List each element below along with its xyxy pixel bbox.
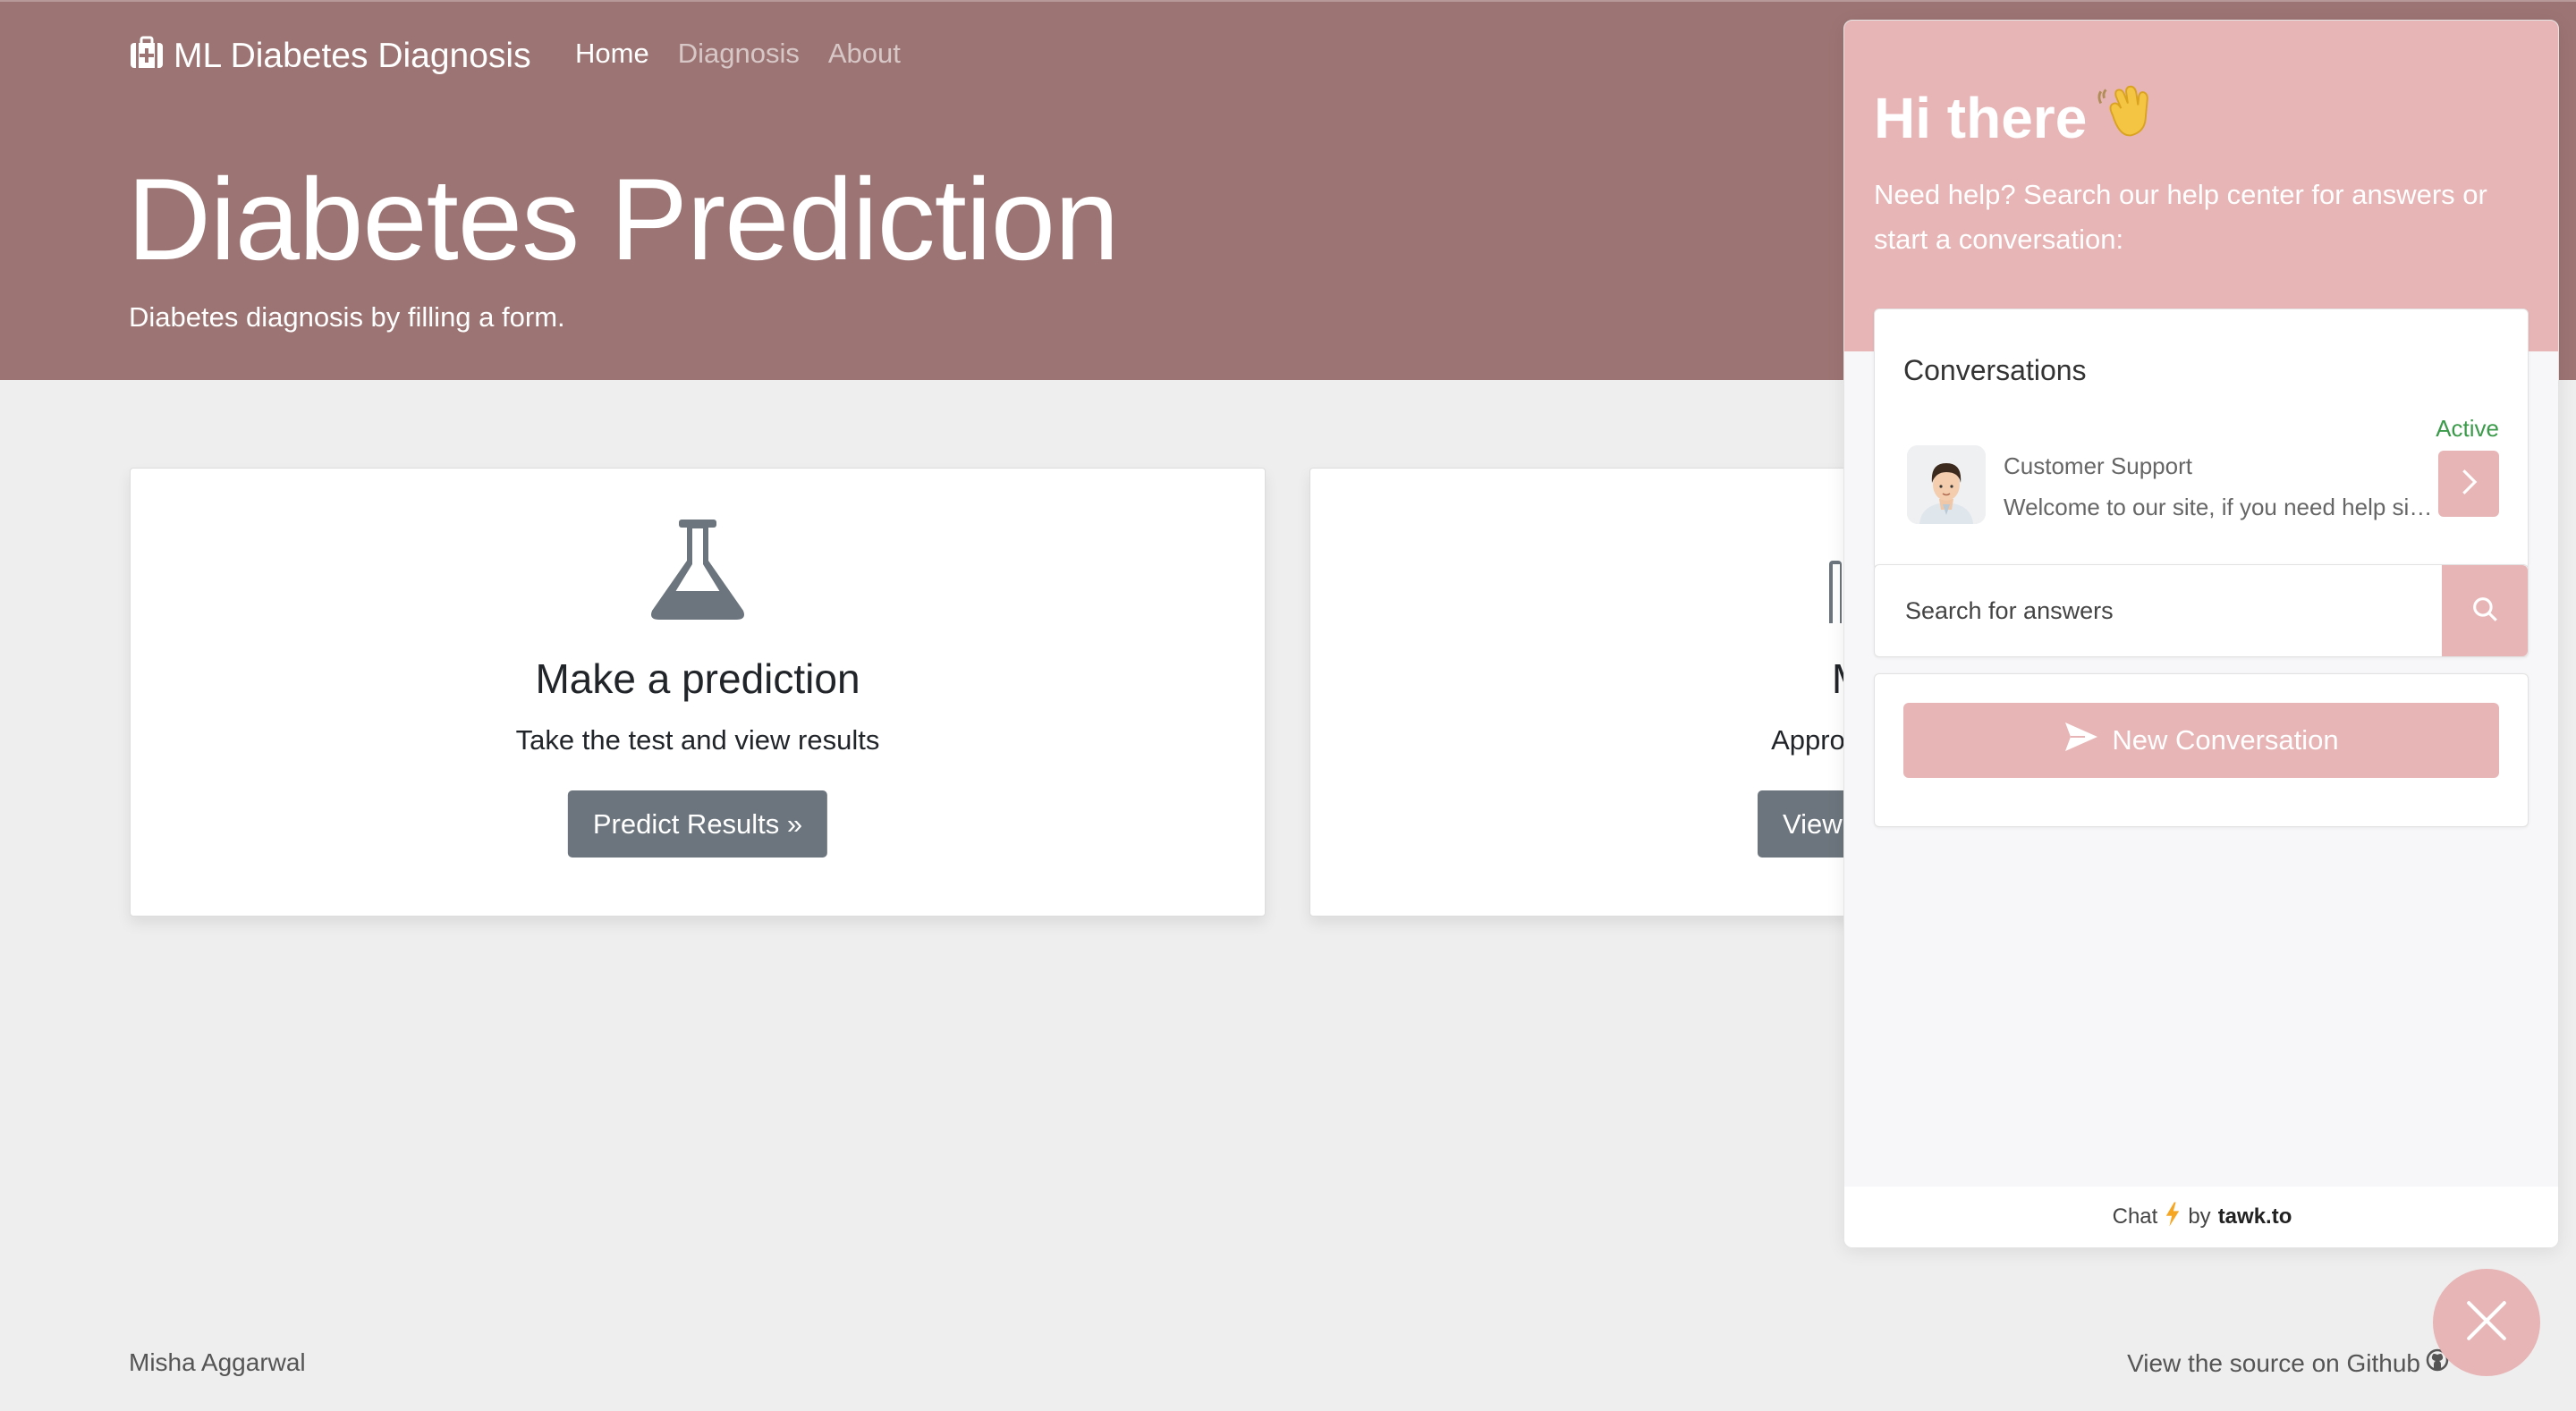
branding-prefix: Chat: [2112, 1204, 2158, 1229]
nav-diagnosis[interactable]: Diagnosis: [678, 38, 800, 70]
waving-hand-icon: [2097, 81, 2157, 154]
greeting-text: Hi there: [1874, 85, 2088, 150]
chevron-right-icon: [2453, 467, 2484, 502]
nav-home[interactable]: Home: [575, 38, 649, 70]
agent-name: Customer Support: [2004, 452, 2192, 479]
prediction-card: Make a prediction Take the test and view…: [130, 468, 1266, 917]
last-message[interactable]: Welcome to our site, if you need help si…: [2004, 494, 2433, 521]
brand-label: ML Diabetes Diagnosis: [174, 37, 531, 75]
close-chat-button[interactable]: [2433, 1269, 2540, 1376]
page-title: Diabetes Prediction: [127, 154, 1119, 284]
chat-branding[interactable]: Chat by tawk.to: [1844, 1187, 2558, 1247]
lightning-icon: [2165, 1201, 2181, 1234]
card-title: Make a prediction: [535, 655, 860, 702]
page-subtitle: Diabetes diagnosis by filling a form.: [129, 301, 565, 333]
new-conversation-label: New Conversation: [2112, 724, 2339, 756]
search-button[interactable]: [2442, 565, 2528, 656]
flask-icon: [131, 518, 1265, 625]
new-conversation-panel: New Conversation: [1874, 673, 2529, 827]
close-icon: [2462, 1297, 2511, 1349]
open-conversation-button[interactable]: [2438, 451, 2499, 517]
predict-results-button[interactable]: Predict Results »: [567, 790, 828, 858]
main-nav: Home Diagnosis About: [575, 38, 901, 70]
medkit-icon: [129, 34, 165, 79]
navbar-brand[interactable]: ML Diabetes Diagnosis: [129, 34, 531, 79]
nav-about[interactable]: About: [828, 38, 901, 70]
search-panel: [1874, 564, 2529, 657]
branding-by: by: [2188, 1204, 2211, 1229]
search-icon: [2470, 594, 2500, 629]
new-conversation-button[interactable]: New Conversation: [1903, 703, 2499, 778]
status-badge: Active: [2436, 415, 2499, 442]
github-source-link[interactable]: View the source on Github: [2127, 1348, 2449, 1378]
branding-name: tawk.to: [2217, 1204, 2292, 1229]
chat-widget: Hi there Need help? Search our help cent…: [1843, 20, 2559, 1248]
conversations-panel: Conversations Active Customer Support We…: [1874, 308, 2529, 570]
chat-help-text: Need help? Search our help center for an…: [1874, 179, 2487, 255]
search-input[interactable]: [1875, 565, 2438, 656]
source-link-label: View the source on Github: [2127, 1348, 2420, 1377]
chat-greeting: Hi there: [1874, 81, 2157, 154]
footer-author: Misha Aggarwal: [129, 1348, 306, 1376]
conversations-title: Conversations: [1903, 354, 2087, 386]
send-icon: [2063, 719, 2099, 762]
card-text: Take the test and view results: [515, 724, 880, 756]
avatar: [1907, 445, 1986, 524]
